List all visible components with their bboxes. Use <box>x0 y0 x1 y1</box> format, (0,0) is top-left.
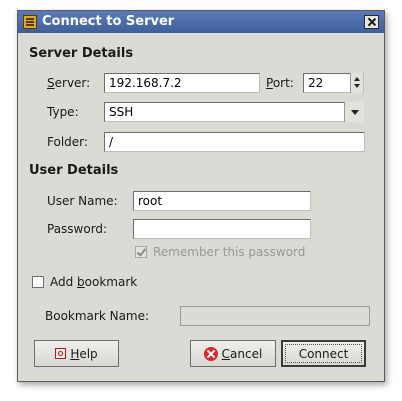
title-bar[interactable]: Connect to Server <box>18 11 384 33</box>
type-label: Type: <box>47 105 79 119</box>
server-input[interactable] <box>104 73 260 93</box>
bookmark-name-input[interactable] <box>180 306 370 326</box>
connect-button[interactable]: Connect <box>281 340 366 367</box>
add-bookmark-label: Add bookmark <box>50 275 138 289</box>
type-select-value: SSH <box>109 105 134 119</box>
server-label: Server: <box>47 76 91 90</box>
folder-input[interactable] <box>104 132 365 152</box>
help-button[interactable]: Help <box>34 340 119 367</box>
user-details-heading: User Details <box>29 163 119 178</box>
help-button-label: Help <box>70 346 98 361</box>
cancel-button[interactable]: Cancel <box>190 340 276 367</box>
app-icon <box>23 15 37 29</box>
remember-password-label: Remember this password <box>153 245 306 259</box>
chevron-down-icon[interactable] <box>344 102 364 122</box>
username-label: User Name: <box>47 194 118 208</box>
type-select[interactable]: SSH <box>104 102 364 122</box>
window-title: Connect to Server <box>42 14 175 29</box>
port-label: Port: <box>266 76 294 90</box>
connect-to-server-dialog: Connect to Server Server Details Server:… <box>17 10 385 382</box>
cancel-button-label: Cancel <box>221 346 263 361</box>
password-label: Password: <box>47 222 108 236</box>
bookmark-name-label: Bookmark Name: <box>45 309 150 323</box>
arrow-up-icon[interactable] <box>354 77 360 81</box>
add-bookmark-checkbox[interactable] <box>32 276 44 288</box>
cancel-icon <box>203 346 218 361</box>
password-input[interactable] <box>133 219 311 239</box>
remember-password-checkbox[interactable] <box>135 246 147 258</box>
folder-label: Folder: <box>47 135 88 149</box>
help-icon <box>55 348 67 359</box>
port-stepper-arrows[interactable] <box>350 73 363 93</box>
server-details-heading: Server Details <box>29 46 134 61</box>
arrow-down-icon[interactable] <box>354 84 360 88</box>
close-icon[interactable] <box>364 15 379 29</box>
username-input[interactable] <box>133 191 311 211</box>
focus-ring <box>285 344 362 363</box>
